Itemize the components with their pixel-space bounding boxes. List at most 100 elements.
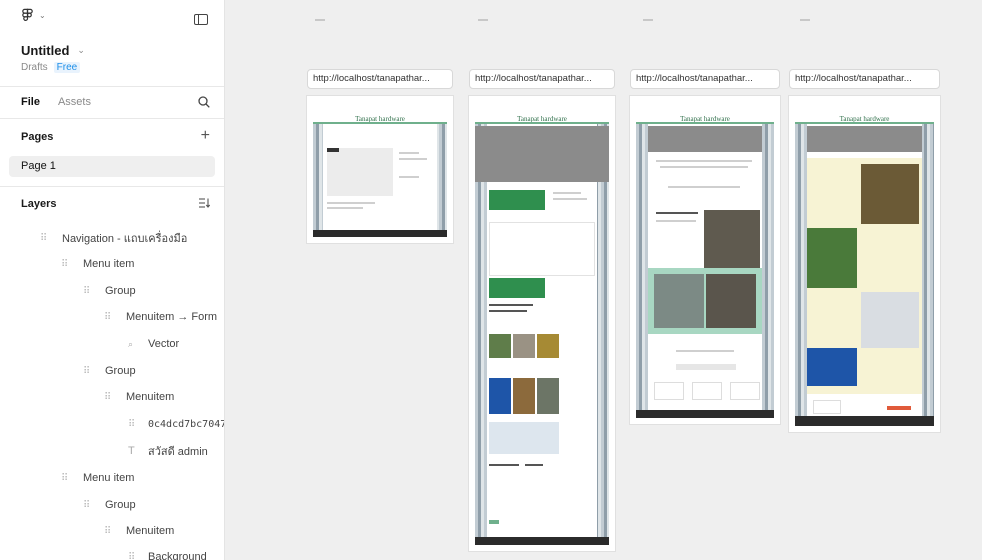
product-image: [537, 378, 559, 414]
frame-label[interactable]: http://localhost/tanapathar...: [630, 69, 780, 89]
page-preview: Tanapat hardware: [475, 102, 609, 545]
plus-icon[interactable]: +: [201, 128, 210, 144]
site-title: Tanapat hardware: [517, 115, 567, 123]
layer-item[interactable]: ⠿ 0c4dcd7bc7047: [128, 416, 224, 432]
text-line: [553, 198, 587, 200]
website-frame-1[interactable]: Tanapat hardware: [307, 96, 453, 243]
layer-label: Group: [105, 499, 136, 511]
counter-row: [676, 364, 736, 370]
site-header: Tanapat hardware: [475, 102, 609, 124]
layer-label: Background: [148, 551, 207, 560]
layer-item[interactable]: ⠿ Navigation - แถบเครื่องมือ: [40, 230, 187, 246]
layer-item[interactable]: ⠿ Group: [83, 283, 136, 299]
building-image: [654, 274, 704, 328]
site-footer: [475, 537, 609, 545]
text-line: [489, 310, 527, 312]
text-line: [676, 350, 734, 352]
frame-label[interactable]: http://localhost/tanapathar...: [789, 69, 940, 89]
layer-label: Menuitem: [126, 391, 175, 403]
divider: [0, 86, 224, 87]
file-name-button[interactable]: Untitled ⌄: [21, 43, 85, 58]
site-title: Tanapat hardware: [839, 115, 890, 123]
layers-sort-icon[interactable]: [198, 197, 210, 209]
site-header: Tanapat hardware: [313, 102, 447, 124]
footer-card: [692, 382, 722, 400]
product-image: [704, 210, 760, 270]
text-line: [399, 152, 419, 154]
layer-item[interactable]: ⠿ Group: [83, 363, 136, 379]
product-image: [537, 334, 559, 358]
figma-logo-icon: [22, 8, 33, 21]
frame-grid-icon: ⠿: [83, 285, 90, 297]
layer-label: Navigation - แถบเครื่องมือ: [62, 233, 188, 245]
page-preview: Tanapat hardware: [313, 102, 447, 237]
layer-item[interactable]: T สวัสดี admin: [128, 443, 208, 459]
website-frame-2[interactable]: Tanapat hardware: [469, 96, 615, 551]
layer-label: Vector: [148, 338, 180, 350]
text-line: [660, 166, 748, 168]
product-image: [513, 378, 535, 414]
sidebar-toggle-icon[interactable]: [194, 14, 208, 25]
file-location: Drafts Free: [21, 62, 81, 73]
frame-grid-icon: ⠿: [61, 472, 68, 484]
layer-item[interactable]: ⠿ Menu item: [61, 470, 134, 486]
product-image: [861, 164, 919, 224]
product-image: [807, 228, 857, 288]
text-line: [656, 160, 752, 162]
tab-file[interactable]: File: [21, 96, 40, 108]
label-chip: [327, 148, 339, 152]
layer-label: Group: [105, 365, 136, 377]
product-image: [861, 292, 919, 348]
frame-grid-icon: ⠿: [83, 365, 90, 377]
frame-grid-icon: ⠿: [128, 551, 135, 560]
site-header: Tanapat hardware: [795, 102, 934, 124]
frame-grid-icon: ⠿: [104, 391, 111, 403]
sidebar-header: ⌄: [0, 0, 224, 32]
design-canvas[interactable]: http://localhost/tanapathar... http://lo…: [225, 0, 982, 560]
frame-grid-icon: ⠿: [104, 525, 111, 537]
green-card: [489, 278, 545, 298]
product-image: [513, 334, 535, 358]
image-placeholder: [327, 148, 393, 196]
layers-title: Layers: [21, 198, 57, 210]
website-frame-3[interactable]: Tanapat hardware: [630, 96, 780, 424]
layer-label: สวัสดี admin: [148, 446, 208, 458]
footer-card: [730, 382, 760, 400]
layer-label: Menuitem: [126, 525, 175, 537]
small-button: [489, 520, 499, 524]
plan-badge[interactable]: Free: [53, 62, 81, 73]
product-image: [706, 274, 756, 328]
text-line: [399, 158, 427, 160]
hero-banner: [475, 126, 609, 182]
layer-item[interactable]: ⠿ Menu item: [61, 256, 134, 272]
website-frame-4[interactable]: Tanapat hardware: [789, 96, 940, 432]
site-title: Tanapat hardware: [680, 115, 730, 123]
divider: [0, 186, 224, 187]
text-line: [553, 192, 581, 194]
page-item[interactable]: Page 1: [9, 156, 215, 177]
main-menu-button[interactable]: ⌄: [20, 8, 46, 23]
chevron-down-icon: ⌄: [77, 45, 85, 55]
page-preview: Tanapat hardware: [636, 102, 774, 418]
layer-item[interactable]: ⠿ Menuitem: [104, 389, 174, 405]
frame-label[interactable]: http://localhost/tanapathar...: [469, 69, 615, 89]
layer-item[interactable]: ⠿ Menuitem: [104, 523, 174, 539]
layer-label: Menu item: [83, 258, 135, 270]
layer-item[interactable]: ⠿ Group: [83, 497, 136, 513]
frame-grid-icon: ⠿: [61, 258, 68, 270]
frame-label[interactable]: http://localhost/tanapathar...: [307, 69, 453, 89]
layer-item[interactable]: ⠿ Background: [128, 549, 207, 560]
green-card: [489, 190, 545, 210]
drafts-location[interactable]: Drafts: [21, 62, 48, 73]
site-title: Tanapat hardware: [355, 115, 405, 123]
layer-item[interactable]: ⠿ Menuitem → Form: [104, 309, 217, 325]
layer-item[interactable]: ⌕ Vector: [128, 336, 179, 352]
divider: [0, 118, 224, 119]
layer-label: Menuitem → Form: [126, 311, 218, 323]
text-line: [489, 304, 533, 306]
tab-assets[interactable]: Assets: [58, 96, 91, 108]
search-icon[interactable]: [198, 96, 210, 108]
site-header: Tanapat hardware: [636, 102, 774, 124]
frame-marker: [643, 19, 653, 21]
product-image: [489, 334, 511, 358]
